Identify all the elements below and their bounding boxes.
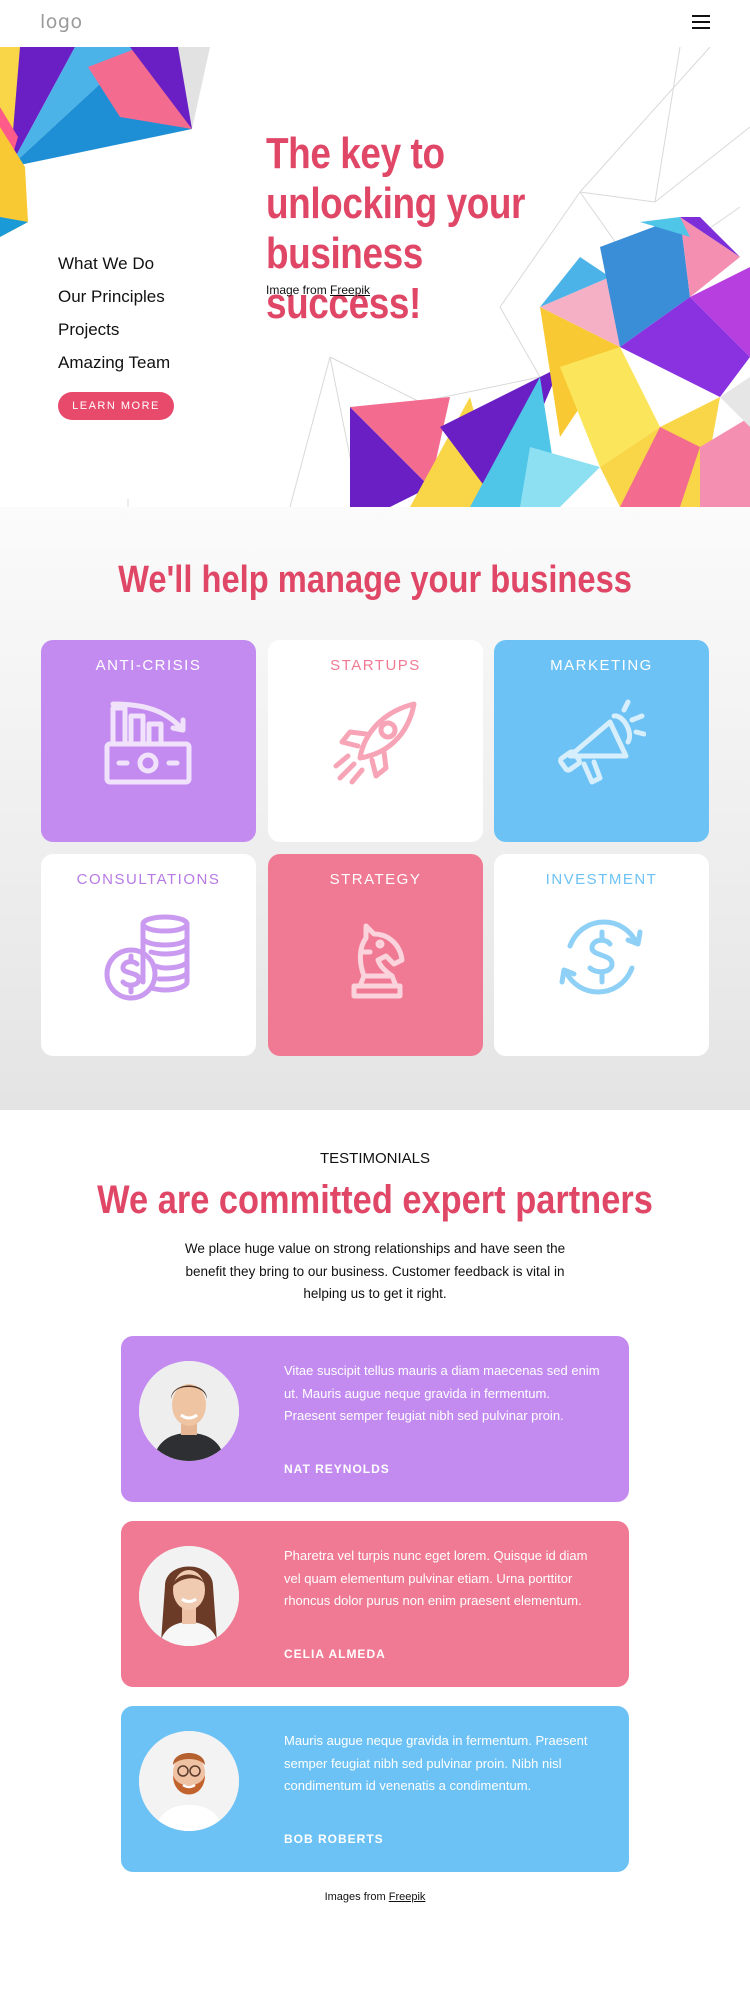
- credit-prefix: Images from: [324, 1891, 389, 1903]
- services-section: We'll help manage your business ANTI-CRI…: [0, 507, 750, 1110]
- testimonials-subtitle: TESTIMONIALS: [319, 1150, 431, 1167]
- service-card-strategy[interactable]: STRATEGY: [268, 854, 483, 1056]
- nav-projects[interactable]: Projects: [58, 313, 170, 346]
- service-card-consultations[interactable]: CONSULTATIONS: [41, 854, 256, 1056]
- rocket-icon: [333, 701, 417, 785]
- hero-nav: What We Do Our Principles Projects Amazi…: [58, 247, 170, 379]
- service-card-investment[interactable]: INVESTMENT: [494, 854, 709, 1056]
- card-label: CONSULTATIONS: [76, 871, 221, 888]
- nav-what-we-do[interactable]: What We Do: [58, 247, 170, 280]
- testimonial-name: BOB ROBERTS: [284, 1832, 384, 1846]
- megaphone-icon: [558, 699, 646, 785]
- testimonial-name: CELIA ALMEDA: [284, 1647, 386, 1661]
- learn-more-button[interactable]: LEARN MORE: [58, 392, 174, 420]
- coins-icon: [104, 914, 190, 1001]
- service-card-anti-crisis[interactable]: ANTI-CRISIS: [41, 640, 256, 842]
- service-card-startups[interactable]: STARTUPS: [268, 640, 483, 842]
- images-credit: Images from Freepik: [0, 1891, 750, 1903]
- credit-prefix: Image from: [266, 283, 331, 297]
- testimonial-quote: Pharetra vel turpis nunc eget lorem. Qui…: [284, 1548, 588, 1608]
- card-label: INVESTMENT: [545, 871, 658, 888]
- logo[interactable]: logo: [40, 11, 83, 33]
- testimonial-card: Mauris augue neque gravida in fermentum.…: [121, 1706, 629, 1872]
- testimonials-intro: We place huge value on strong relationsh…: [184, 1241, 566, 1301]
- testimonial-card: Vitae suscipit tellus mauris a diam maec…: [121, 1336, 629, 1502]
- card-label: STRATEGY: [329, 871, 422, 888]
- testimonials-title: We are committed expert partners: [97, 1178, 653, 1222]
- card-label: STARTUPS: [330, 657, 421, 674]
- nav-amazing-team[interactable]: Amazing Team: [58, 346, 170, 379]
- freepik-link[interactable]: Freepik: [330, 283, 370, 297]
- nav-our-principles[interactable]: Our Principles: [58, 280, 170, 313]
- testimonial-card: Pharetra vel turpis nunc eget lorem. Qui…: [121, 1521, 629, 1687]
- money-chart-icon: [104, 701, 192, 785]
- dollar-cycle-icon: [559, 919, 643, 995]
- chess-knight-icon: [351, 923, 405, 999]
- hero-image-credit: Image from Freepik: [266, 283, 370, 297]
- card-label: ANTI-CRISIS: [95, 657, 202, 674]
- hamburger-icon[interactable]: [692, 15, 710, 30]
- avatar: [139, 1731, 239, 1831]
- hero-title-line: unlocking your: [266, 179, 526, 228]
- testimonial-quote: Mauris augue neque gravida in fermentum.…: [284, 1733, 588, 1793]
- avatar: [139, 1546, 239, 1646]
- hero-title-line: The key to: [266, 129, 445, 178]
- card-label: MARKETING: [550, 657, 653, 674]
- hero-title: The key to unlocking your business succe…: [266, 129, 543, 329]
- avatar: [139, 1361, 239, 1461]
- hero-section: What We Do Our Principles Projects Amazi…: [0, 47, 750, 507]
- testimonial-name: NAT REYNOLDS: [284, 1462, 390, 1476]
- testimonial-quote: Vitae suscipit tellus mauris a diam maec…: [284, 1363, 600, 1423]
- hero-title-line: business success!: [266, 229, 423, 328]
- service-card-marketing[interactable]: MARKETING: [494, 640, 709, 842]
- freepik-link[interactable]: Freepik: [389, 1891, 426, 1903]
- site-header: logo: [0, 0, 750, 47]
- services-title: We'll help manage your business: [118, 559, 632, 601]
